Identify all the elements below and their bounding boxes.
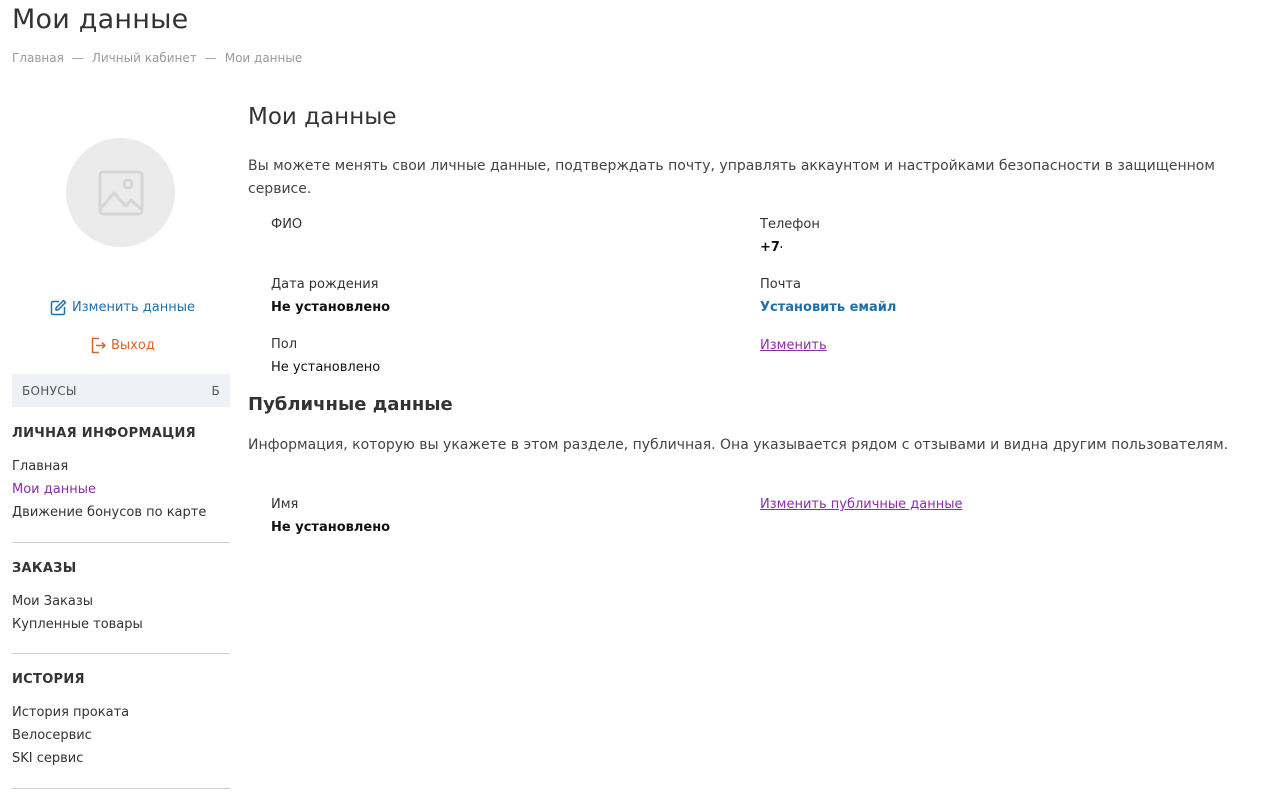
field-gender: Пол Не установлено [271, 334, 380, 379]
breadcrumb-current: Мои данные [224, 51, 303, 65]
edit-profile-button[interactable]: Изменить данные [50, 299, 195, 316]
avatar [66, 138, 175, 247]
field-label: Пол [271, 337, 298, 352]
sidebar-item-rental-history[interactable]: История проката [12, 701, 230, 724]
field-label: Почта [760, 277, 801, 292]
sidebar-item-main[interactable]: Главная [12, 455, 230, 478]
nav-section-personal: ЛИЧНАЯ ИНФОРМАЦИЯ Главная Мои данные Дви… [12, 426, 230, 524]
field-email: Почта Установить емайл [760, 274, 896, 319]
breadcrumb-separator: — [204, 51, 217, 65]
field-public-name: Имя Не установлено [271, 494, 390, 539]
section-title-my-data: Мои данные [248, 104, 397, 130]
logout-icon [91, 337, 106, 354]
sidebar-item-purchased[interactable]: Купленные товары [12, 613, 230, 636]
sidebar-item-ski-service[interactable]: SKI сервис [12, 747, 230, 770]
edit-icon [50, 299, 67, 316]
image-placeholder-icon [98, 170, 143, 215]
description: Вы можете менять свои личные данные, под… [248, 158, 1215, 197]
field-birthdate: Дата рождения Не установлено [271, 274, 390, 319]
sidebar-item-my-data[interactable]: Мои данные [12, 478, 230, 501]
field-phone: Телефон +7-9 [760, 214, 820, 259]
logout-button[interactable]: Выход [90, 337, 155, 354]
set-email-link[interactable]: Установить емайл [760, 296, 896, 319]
sidebar-item-bonus-history[interactable]: Движение бонусов по карте [12, 501, 230, 524]
public-description: Информация, которую вы укажете в этом ра… [248, 437, 1229, 453]
breadcrumb: Главная — Личный кабинет — Мои данные [12, 51, 302, 65]
change-data-link[interactable]: Изменить [760, 338, 827, 353]
nav-section-orders: ЗАКАЗЫ Мои Заказы Купленные товары [12, 561, 230, 636]
edit-profile-label: Изменить данные [72, 300, 195, 315]
bonus-label: БОНУСЫ [22, 383, 77, 398]
breadcrumb-separator: — [71, 51, 84, 65]
field-value: Не установлено [271, 360, 381, 375]
nav-section-history: ИСТОРИЯ История проката Велосервис SKI с… [12, 672, 230, 770]
breadcrumb-home[interactable]: Главная [12, 51, 64, 65]
sidebar-item-my-orders[interactable]: Мои Заказы [12, 590, 230, 613]
phone-value: +7-9 [760, 240, 782, 255]
change-public-data-link[interactable]: Изменить публичные данные [760, 497, 963, 512]
breadcrumb-account[interactable]: Личный кабинет [92, 51, 197, 65]
logout-label: Выход [111, 338, 155, 353]
field-label: Дата рождения [271, 277, 379, 292]
sidebar-item-bike-service[interactable]: Велосервис [12, 724, 230, 747]
bonus-bar[interactable]: БОНУСЫ Б [12, 374, 230, 407]
nav-section-title: ЗАКАЗЫ [12, 561, 77, 576]
field-value: Не установлено [271, 300, 391, 315]
divider [12, 653, 230, 654]
nav-section-title: ЛИЧНАЯ ИНФОРМАЦИЯ [12, 426, 196, 441]
nav-section-title: ИСТОРИЯ [12, 672, 85, 687]
field-label: Телефон [760, 217, 820, 232]
field-value: Не установлено [271, 520, 391, 535]
field-fio: ФИО [271, 214, 302, 236]
field-label: ФИО [271, 217, 303, 232]
section-title-public: Публичные данные [248, 394, 453, 415]
divider [12, 788, 230, 789]
divider [12, 542, 230, 543]
field-label: Имя [271, 497, 299, 512]
page-title: Мои данные [12, 4, 189, 35]
bonus-value: Б [211, 383, 220, 398]
